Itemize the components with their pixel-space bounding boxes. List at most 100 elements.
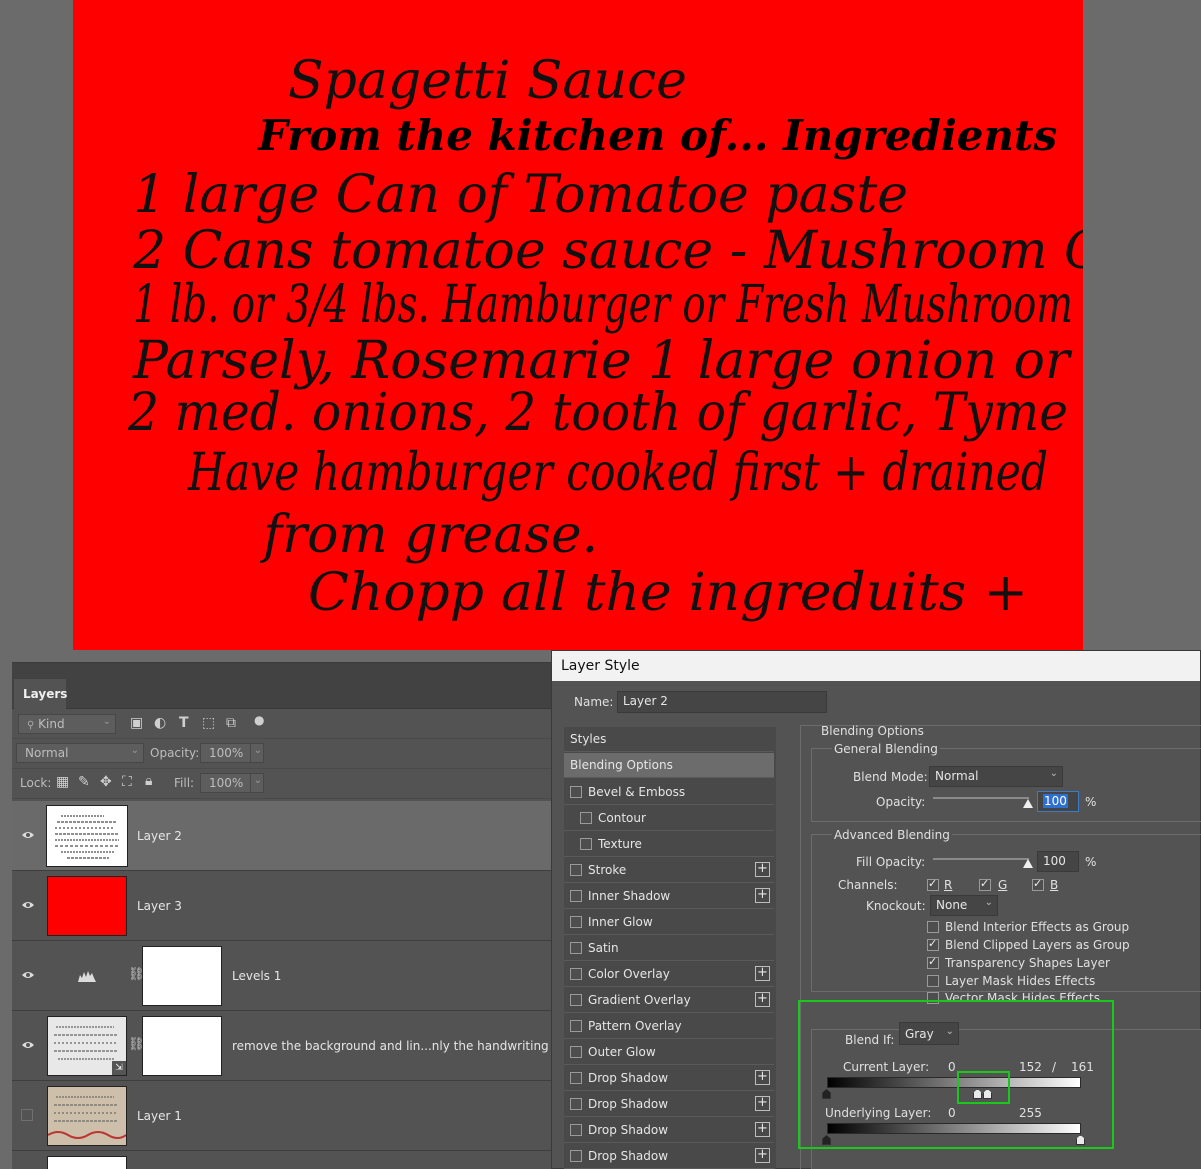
layer-mask-hides-checkbox[interactable]	[927, 975, 939, 987]
style-gradient-overlay[interactable]: Gradient Overlay +	[564, 988, 774, 1013]
opacity-value: 100%	[209, 746, 244, 760]
layer-row-layer-1[interactable]: Layer 1	[12, 1081, 572, 1151]
layer-blend-mode-dropdown[interactable]: Normal ⌄	[16, 743, 144, 763]
style-outer-glow[interactable]: Outer Glow	[564, 1040, 774, 1065]
layer-name-input[interactable]: Layer 2	[617, 691, 827, 713]
style-pattern-overlay[interactable]: Pattern Overlay	[564, 1014, 774, 1039]
filter-toggle-icon[interactable]: ●	[254, 713, 264, 727]
layer-row-levels-1[interactable]: ⛓︎ Levels 1	[12, 941, 572, 1011]
style-drop-shadow[interactable]: Drop Shadow +	[564, 1092, 774, 1117]
checkbox[interactable]	[570, 890, 582, 902]
add-icon[interactable]: +	[755, 992, 770, 1007]
fill-field[interactable]: 100%	[200, 773, 252, 793]
transparency-shapes-checkbox[interactable]	[927, 955, 939, 969]
checkbox[interactable]	[570, 968, 582, 980]
style-stroke[interactable]: Stroke +	[564, 858, 774, 883]
channels-label: Channels:	[838, 878, 898, 892]
checkbox[interactable]	[570, 1046, 582, 1058]
type-filter-icon[interactable]: T	[179, 715, 189, 731]
eye-icon[interactable]	[21, 829, 35, 841]
layer-row-partial[interactable]	[12, 1151, 572, 1169]
image-filter-icon[interactable]: ▣	[130, 715, 143, 731]
channel-r-label: R	[944, 878, 953, 892]
fill-opacity-slider[interactable]	[933, 858, 1029, 860]
eye-icon[interactable]	[21, 1039, 35, 1051]
style-drop-shadow[interactable]: Drop Shadow +	[564, 1144, 774, 1169]
style-inner-glow[interactable]: Inner Glow	[564, 910, 774, 935]
tab-layers[interactable]: Layers	[14, 679, 67, 709]
style-drop-shadow[interactable]: Drop Shadow +	[564, 1066, 774, 1091]
style-contour[interactable]: Contour	[564, 806, 774, 831]
add-icon[interactable]: +	[755, 1096, 770, 1111]
blend-clipped-checkbox[interactable]	[927, 937, 939, 951]
eye-icon[interactable]	[21, 899, 35, 911]
chevron-down-icon: ⌄	[1049, 768, 1058, 779]
blend-interior-checkbox[interactable]	[927, 921, 939, 933]
style-color-overlay[interactable]: Color Overlay +	[564, 962, 774, 987]
lock-position-icon[interactable]: ✥	[100, 774, 112, 790]
checkbox[interactable]	[570, 1124, 582, 1136]
channel-b-checkbox[interactable]	[1032, 877, 1044, 891]
styles-header[interactable]: Styles	[564, 727, 774, 752]
add-icon[interactable]: +	[755, 1070, 770, 1085]
checkbox[interactable]	[570, 1150, 582, 1162]
style-blending-options[interactable]: Blending Options	[564, 753, 774, 778]
style-inner-shadow[interactable]: Inner Shadow +	[564, 884, 774, 909]
checkbox[interactable]	[570, 916, 582, 928]
style-label: Inner Glow	[588, 915, 653, 929]
add-icon[interactable]: +	[755, 1148, 770, 1163]
add-icon[interactable]: +	[755, 888, 770, 903]
checkbox[interactable]	[570, 786, 582, 798]
adjustment-filter-icon[interactable]: ◐	[154, 715, 166, 731]
checkbox[interactable]	[570, 942, 582, 954]
checkbox[interactable]	[580, 812, 592, 824]
blend-mode-dropdown[interactable]: Normal ⌄	[929, 766, 1063, 787]
style-satin[interactable]: Satin	[564, 936, 774, 961]
opacity-value: 100	[1043, 794, 1068, 808]
add-icon[interactable]: +	[755, 862, 770, 877]
style-bevel-emboss[interactable]: Bevel & Emboss	[564, 780, 774, 805]
checkbox[interactable]	[570, 1020, 582, 1032]
visibility-toggle[interactable]	[21, 1109, 33, 1121]
opacity-slider[interactable]	[933, 797, 1029, 799]
styles-list: Styles Blending Options Bevel & Emboss C…	[564, 727, 776, 1169]
dialog-title: Layer Style	[552, 651, 1200, 681]
opacity-slider-handle[interactable]	[1023, 799, 1033, 808]
style-texture[interactable]: Texture	[564, 832, 774, 857]
lock-all-icon[interactable]: 🔒︎	[145, 773, 152, 789]
channel-r-checkbox[interactable]	[927, 877, 939, 891]
checkbox[interactable]	[570, 1072, 582, 1084]
fill-opacity-slider-handle[interactable]	[1023, 859, 1033, 868]
document-canvas[interactable]: Spagetti Sauce From the kitchen of... In…	[73, 0, 1083, 650]
style-drop-shadow[interactable]: Drop Shadow +	[564, 1118, 774, 1143]
knockout-label: Knockout:	[866, 899, 926, 913]
layer-row-layer-2[interactable]: Layer 2	[12, 801, 572, 871]
opacity-input[interactable]: 100	[1037, 791, 1079, 812]
lock-brush-icon[interactable]: ✎	[78, 774, 90, 790]
checkbox[interactable]	[580, 838, 592, 850]
add-icon[interactable]: +	[755, 966, 770, 981]
fill-dropdown-button[interactable]: ⌄	[250, 773, 264, 793]
layer-mask-thumbnail[interactable]	[142, 946, 222, 1006]
layer-name-value: Layer 2	[623, 694, 668, 708]
knockout-dropdown[interactable]: None ⌄	[930, 895, 998, 916]
smart-object-filter-icon[interactable]: ⧉	[226, 715, 236, 731]
shape-filter-icon[interactable]: ⬚	[202, 715, 215, 731]
checkbox[interactable]	[570, 1098, 582, 1110]
add-icon[interactable]: +	[755, 1122, 770, 1137]
checkbox[interactable]	[570, 864, 582, 876]
layer-mask-thumbnail[interactable]	[142, 1016, 222, 1076]
eye-icon[interactable]	[21, 969, 35, 981]
opacity-field[interactable]: 100%	[200, 743, 252, 763]
filter-kind-dropdown[interactable]: ⚲ Kind ⌄	[18, 714, 116, 734]
opacity-dropdown-button[interactable]: ⌄	[250, 743, 264, 763]
checkbox[interactable]	[570, 994, 582, 1006]
fill-opacity-input[interactable]: 100	[1037, 851, 1079, 872]
search-icon: ⚲	[27, 720, 35, 731]
layer-name: Layer 2	[137, 829, 182, 843]
layer-row-smart-object[interactable]: ⇲ ⛓︎ remove the background and lin...nly…	[12, 1011, 585, 1081]
channel-g-checkbox[interactable]	[979, 877, 991, 891]
lock-artboard-icon[interactable]: ⛶	[122, 774, 132, 790]
lock-transparent-icon[interactable]: ▦	[56, 774, 69, 790]
layer-row-layer-3[interactable]: Layer 3	[12, 871, 572, 941]
